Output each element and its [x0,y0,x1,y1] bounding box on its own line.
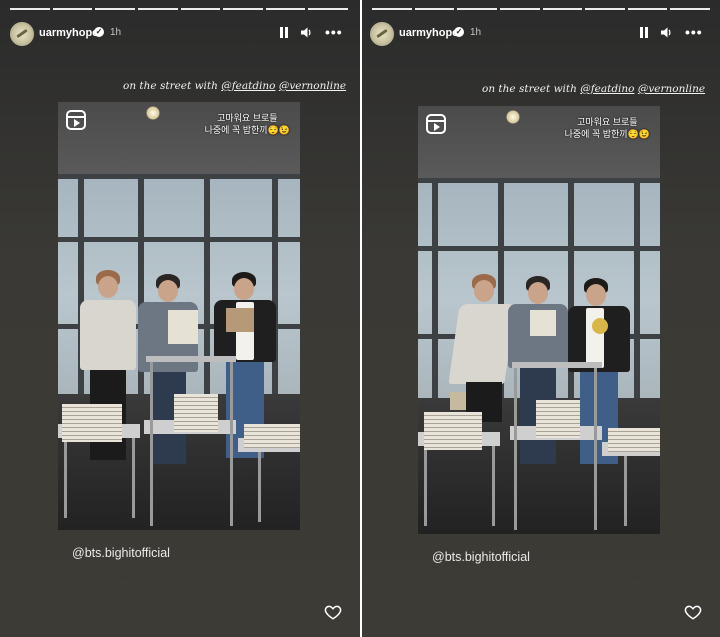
stack-of-books [62,404,122,442]
verified-badge-icon: ✓ [94,27,104,37]
mention-prefix: on the street with [482,83,577,95]
more-icon[interactable]: ••• [685,24,703,40]
story-panel-right[interactable]: uarmyhope ✓ 1h ••• on the street with @f… [362,0,720,637]
reel-caption: 고마워요 브로들 나중에 꼭 밥한끼😌😉 [205,112,290,136]
mention-handle-vernonline[interactable]: @vernonline [638,83,705,95]
shared-reel[interactable]: 고마워요 브로들 나중에 꼭 밥한끼😌😉 [418,106,660,534]
avatar[interactable] [10,22,34,46]
story-progress-bar [10,8,348,10]
reel-icon [426,114,446,134]
mention-prefix: on the street with [123,80,218,92]
username[interactable]: uarmyhope [39,27,98,39]
reel-icon [66,110,86,130]
mention-sticker[interactable]: on the street with @featdino @vernonline [482,83,705,95]
heart-icon[interactable] [684,603,702,621]
volume-icon[interactable] [300,26,313,39]
pause-icon[interactable] [639,27,649,38]
username[interactable]: uarmyhope [399,27,458,39]
mention-handle-featdino[interactable]: @featdino [580,83,634,95]
post-time: 1h [110,27,122,38]
more-icon[interactable]: ••• [325,24,343,40]
heart-icon[interactable] [324,603,342,621]
account-tag[interactable]: @bts.bighitofficial [72,546,170,560]
stack-of-books [424,412,482,450]
story-panel-left[interactable]: uarmyhope ✓ 1h ••• on the street with @f… [0,0,360,637]
reel-caption-line-1: 고마워요 브로들 [217,113,278,123]
pause-icon[interactable] [279,27,289,38]
shared-reel[interactable]: 고마워요 브로들 나중에 꼭 밥한끼😌😉 [58,102,300,530]
mention-handle-vernonline[interactable]: @vernonline [279,80,346,92]
mention-handle-featdino[interactable]: @featdino [221,80,275,92]
reel-caption-line-2: 나중에 꼭 밥한끼😌😉 [204,125,290,135]
post-time: 1h [470,27,482,38]
reel-caption: 고마워요 브로들 나중에 꼭 밥한끼😌😉 [565,116,650,140]
reel-caption-line-1: 고마워요 브로들 [577,117,638,127]
mention-sticker[interactable]: on the street with @featdino @vernonline [123,80,346,92]
avatar[interactable] [370,22,394,46]
story-progress-bar [372,8,710,10]
volume-icon[interactable] [660,26,673,39]
reel-caption-line-2: 나중에 꼭 밥한끼😌😉 [564,129,650,139]
account-tag[interactable]: @bts.bighitofficial [432,550,530,564]
verified-badge-icon: ✓ [454,27,464,37]
